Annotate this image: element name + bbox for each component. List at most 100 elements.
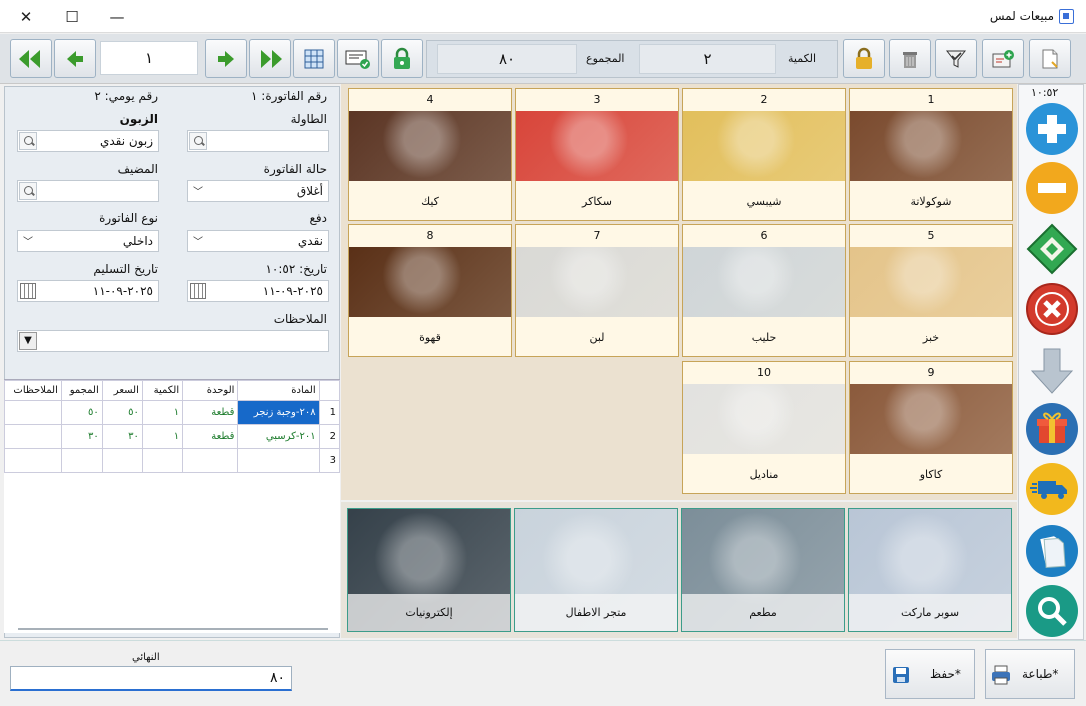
product-name: حليب: [751, 331, 777, 344]
payment-select[interactable]: نقدي ﹀: [187, 230, 329, 252]
product-tile-milk[interactable]: 6 حليب: [682, 224, 846, 357]
product-name: سكاكر: [582, 195, 612, 208]
date-input[interactable]: ٢٠٢٥-٠٩-١١: [187, 280, 329, 302]
customer-search-icon[interactable]: [19, 132, 37, 150]
product-tile-yogurt[interactable]: 7 لبن: [515, 224, 679, 357]
quantity-label: الكمية: [788, 52, 817, 65]
next-record-button[interactable]: [205, 39, 247, 78]
product-tile-candy[interactable]: 3 سكاكر: [515, 88, 679, 221]
column-header-qty[interactable]: الكمية: [141, 380, 184, 401]
product-number: 2: [760, 93, 768, 106]
notes-dropdown-icon[interactable]: ▼: [19, 332, 37, 350]
table-search-icon[interactable]: [189, 132, 207, 150]
cell-total[interactable]: ٥٠: [60, 400, 103, 425]
delivery-date-value: ٢٠٢٥-٠٩-١١: [92, 284, 153, 298]
previous-record-button[interactable]: [54, 39, 96, 78]
column-header-item[interactable]: المادة: [237, 380, 320, 401]
bill-check-icon: [345, 50, 370, 69]
cell-total[interactable]: ٣٠: [60, 424, 103, 449]
invoice-state-select[interactable]: أغلاق ﹀: [187, 180, 329, 202]
table-row[interactable]: 2 ٢٠١-كرسبي قطعة ١ ٣٠ ٣٠: [4, 424, 341, 449]
cell-total[interactable]: [60, 448, 103, 473]
increase-button[interactable]: [1026, 103, 1078, 155]
unlock-button[interactable]: [381, 39, 423, 78]
totals-panel: ٨٠ المجموع ٢ الكمية: [426, 40, 838, 78]
quantity-button[interactable]: [1026, 223, 1078, 275]
cancel-line-button[interactable]: [1026, 283, 1078, 335]
host-search-icon[interactable]: [19, 182, 37, 200]
close-window-button[interactable]: ✕: [13, 6, 39, 28]
product-tile-cocoa[interactable]: 9 كاكاو: [849, 361, 1013, 494]
category-tile-electronics[interactable]: إلكترونيات: [347, 508, 511, 632]
category-tile-restaurant[interactable]: مطعم: [681, 508, 845, 632]
product-tile-chocolate[interactable]: 1 شوكولاتة: [849, 88, 1013, 221]
cell-qty[interactable]: ١: [141, 400, 184, 425]
invoice-index-field[interactable]: ١: [100, 41, 198, 75]
table-input[interactable]: [187, 130, 329, 152]
cell-qty[interactable]: ١: [141, 424, 184, 449]
cell-item[interactable]: [237, 448, 320, 473]
delete-button[interactable]: [889, 39, 931, 78]
decrease-button[interactable]: [1026, 162, 1078, 214]
category-tile-kids-store[interactable]: متجر الاطفال: [514, 508, 678, 632]
horizontal-scrollbar[interactable]: [18, 628, 328, 630]
column-header-unit[interactable]: الوحدة: [182, 380, 239, 401]
search-button[interactable]: [1026, 585, 1078, 637]
cell-unit[interactable]: قطعة: [182, 424, 239, 449]
payment-button[interactable]: [337, 39, 379, 78]
documents-button[interactable]: [1026, 525, 1078, 577]
product-tile-bread[interactable]: 5 خبز: [849, 224, 1013, 357]
table-row[interactable]: 1 ٢٠٨-وجبة زنجر قطعة ١ ٥٠ ٥٠: [4, 400, 341, 425]
cell-price[interactable]: [101, 448, 143, 473]
discount-button[interactable]: [935, 39, 977, 78]
cell-item[interactable]: ٢٠٨-وجبة زنجر: [237, 400, 320, 425]
move-down-button[interactable]: [1026, 345, 1078, 397]
product-tile-chips[interactable]: 2 شيبسي: [682, 88, 846, 221]
calendar-icon[interactable]: [20, 283, 36, 299]
save-button[interactable]: حفظ*: [885, 649, 975, 699]
product-number: 10: [757, 366, 771, 379]
grid-view-button[interactable]: [293, 39, 335, 78]
new-invoice-button[interactable]: [1029, 39, 1071, 78]
host-input[interactable]: [17, 180, 159, 202]
table-row[interactable]: 3: [4, 448, 341, 473]
column-header-price[interactable]: السعر: [101, 380, 143, 401]
column-header-notes[interactable]: الملاحظات: [4, 380, 62, 401]
cell-qty[interactable]: [141, 448, 184, 473]
row-index[interactable]: 1: [318, 400, 341, 425]
cell-item[interactable]: ٢٠١-كرسبي: [237, 424, 320, 449]
minimize-window-button[interactable]: —: [104, 6, 130, 28]
customer-input[interactable]: زبون نقدي: [17, 130, 159, 152]
cell-price[interactable]: ٥٠: [101, 400, 143, 425]
product-tile-coffee[interactable]: 8 قهوة: [348, 224, 512, 357]
cell-unit[interactable]: [182, 448, 239, 473]
add-customer-button[interactable]: [982, 39, 1024, 78]
cell-unit[interactable]: قطعة: [182, 400, 239, 425]
notes-label: الملاحظات: [273, 312, 327, 326]
delivery-date-input[interactable]: ٢٠٢٥-٠٩-١١: [17, 280, 159, 302]
maximize-window-button[interactable]: ☐: [59, 6, 85, 28]
column-header-total[interactable]: المجمو: [60, 380, 103, 401]
cell-price[interactable]: ٣٠: [101, 424, 143, 449]
chevron-down-icon: ﹀: [193, 187, 203, 198]
delivery-button[interactable]: [1026, 463, 1078, 515]
product-tile-tissues[interactable]: 10 مناديل: [682, 361, 846, 494]
lock-button[interactable]: [843, 39, 885, 78]
cell-notes[interactable]: [4, 448, 62, 473]
product-tile-cake[interactable]: 4 كيك: [348, 88, 512, 221]
final-total-field[interactable]: ٨٠: [10, 666, 292, 691]
calendar-icon[interactable]: [190, 283, 206, 299]
last-record-button[interactable]: [249, 39, 291, 78]
notes-input[interactable]: ▼: [17, 330, 329, 352]
first-record-button[interactable]: [10, 39, 52, 78]
print-button[interactable]: طباعة*: [985, 649, 1075, 699]
gift-button[interactable]: [1026, 403, 1078, 455]
arrow-left-icon: [67, 50, 83, 67]
category-tile-supermarket[interactable]: سوبر ماركت: [848, 508, 1012, 632]
invoice-type-select[interactable]: داخلي ﹀: [17, 230, 159, 252]
trash-icon: [903, 51, 917, 68]
cell-notes[interactable]: [4, 400, 62, 425]
row-index[interactable]: 3: [318, 448, 341, 473]
cell-notes[interactable]: [4, 424, 62, 449]
row-index[interactable]: 2: [318, 424, 341, 449]
